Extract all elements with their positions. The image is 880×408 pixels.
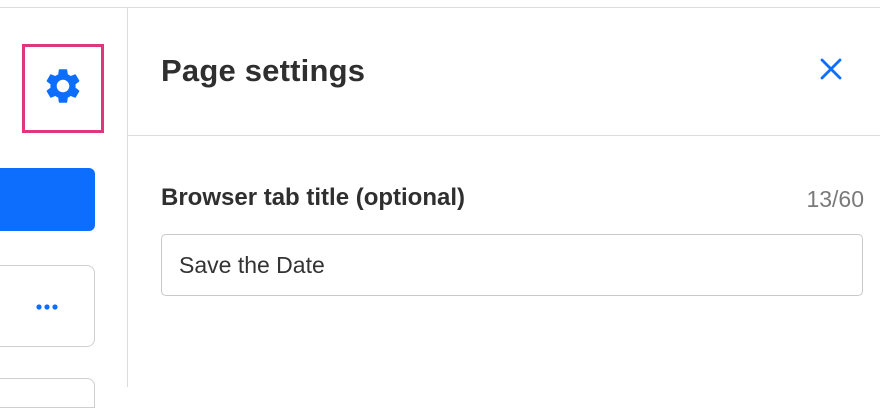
more-options-button[interactable] [0, 265, 95, 347]
close-icon [819, 57, 843, 86]
rail-button-partial[interactable] [0, 378, 95, 408]
gear-icon [42, 65, 84, 112]
page-title: Page settings [161, 53, 366, 88]
close-button[interactable] [816, 56, 846, 86]
browser-tab-title-label: Browser tab title (optional) [161, 184, 466, 211]
page-settings-button[interactable] [22, 44, 104, 133]
ellipsis-icon [36, 297, 58, 315]
primary-action-button[interactable] [0, 168, 95, 231]
browser-tab-title-input[interactable] [161, 234, 863, 296]
left-rail [0, 8, 128, 408]
panel-header: Page settings [128, 8, 880, 136]
character-counter: 13/60 [806, 186, 864, 212]
